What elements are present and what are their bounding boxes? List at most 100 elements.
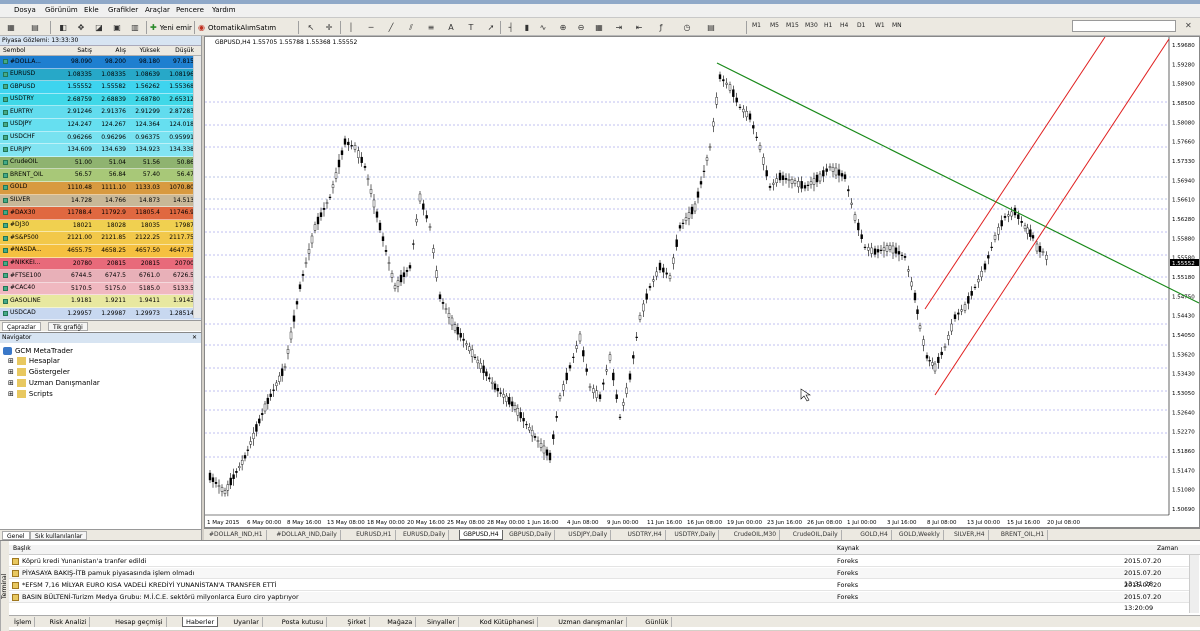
cursor-icon[interactable]: ↖: [304, 21, 318, 34]
nav-root[interactable]: GCM MetaTrader: [3, 347, 73, 355]
menu-charts[interactable]: Grafikler: [108, 6, 138, 14]
expand-icon[interactable]: ⊞: [8, 390, 14, 398]
terminal-tab[interactable]: Uyarılar: [230, 617, 263, 627]
chart-tab[interactable]: GBPUSD,H4: [459, 530, 503, 540]
menu-insert[interactable]: Ekle: [84, 6, 99, 14]
market-watch-row[interactable]: #DOLLA... 98.090 98.200 98.180 97.815: [0, 56, 201, 69]
timeframe-h4[interactable]: H4: [840, 22, 848, 29]
close-icon[interactable]: ✕: [1185, 21, 1192, 30]
candle-chart-icon[interactable]: ▮: [520, 21, 534, 34]
chart-tab[interactable]: GBPUSD,Daily: [506, 530, 556, 540]
timeframe-w1[interactable]: W1: [875, 22, 885, 29]
terminal-tab[interactable]: Sinyaller: [424, 617, 460, 627]
terminal-tab[interactable]: Risk Analizi: [47, 617, 91, 627]
timeframe-h1[interactable]: H1: [824, 22, 832, 29]
market-watch-row[interactable]: EURUSD 1.08335 1.08335 1.08639 1.08196: [0, 68, 201, 82]
nav-item-scripts[interactable]: ⊞ Scripts: [8, 390, 53, 398]
news-row[interactable]: Köprü kredi Yunanistan'a tranfer edildi F…: [9, 556, 1189, 576]
column-low[interactable]: Düşük: [162, 46, 196, 55]
column-source[interactable]: Kaynak: [837, 545, 859, 552]
chart-tab[interactable]: EURUSD,H1: [353, 530, 396, 540]
market-watch-row[interactable]: BRENT_OIL 56.57 56.84 57.40 56.47: [0, 169, 201, 182]
menu-file[interactable]: Dosya: [14, 6, 36, 14]
market-watch-row[interactable]: #FTSE100 6744.5 6747.5 6761.0 6726.5: [0, 270, 201, 283]
market-watch-row[interactable]: #DJ30 18021 18028 18035 17987: [0, 219, 201, 233]
nav-item-accounts[interactable]: ⊞ Hesaplar: [8, 357, 60, 365]
profiles-icon[interactable]: ▤: [28, 21, 42, 34]
vertical-line-icon[interactable]: │: [344, 21, 358, 34]
chart-tab[interactable]: EURUSD,Daily: [400, 530, 450, 540]
market-watch-row[interactable]: CrudeOIL 51.00 51.04 51.56 50.86: [0, 156, 201, 170]
column-symbol[interactable]: Sembol: [0, 46, 60, 55]
chart-tab[interactable]: USDTRY,Daily: [671, 530, 720, 540]
label-icon[interactable]: T: [464, 21, 478, 34]
chart-tab[interactable]: USDTRY,H4: [625, 530, 666, 540]
market-watch-row[interactable]: GASOLINE 1.9181 1.9211 1.9411 1.9143: [0, 295, 201, 308]
column-time[interactable]: Zaman: [1157, 545, 1178, 552]
price-chart[interactable]: GBPUSD,H4 1.55705 1.55788 1.55368 1.5555…: [204, 36, 1200, 528]
market-watch-scrollbar[interactable]: [193, 56, 201, 318]
terminal-tab[interactable]: Uzman danışmanlar: [555, 617, 628, 627]
column-bid[interactable]: Satış: [60, 46, 94, 55]
terminal-tab[interactable]: Kod Kütüphanesi: [477, 617, 539, 627]
market-watch-row[interactable]: GOLD 1110.48 1111.10 1133.03 1070.80: [0, 181, 201, 195]
market-watch-row[interactable]: #NASDA... 4655.75 4658.25 4657.50 4647.75: [0, 244, 201, 258]
menu-help[interactable]: Yardım: [212, 6, 236, 14]
market-watch-row[interactable]: #CAC40 5170.5 5175.0 5185.0 5133.5: [0, 282, 201, 296]
market-watch-row[interactable]: EURJPY 134.609 134.639 134.923 134.338: [0, 144, 201, 157]
tab-tick-chart[interactable]: Tik grafiği: [48, 322, 88, 331]
timeframe-m15[interactable]: M15: [786, 22, 799, 29]
market-watch-row[interactable]: GBPUSD 1.55552 1.55582 1.56262 1.55368: [0, 81, 201, 94]
tab-general[interactable]: Genel: [2, 531, 30, 540]
menu-window[interactable]: Pencere: [176, 6, 204, 14]
terminal-tab[interactable]: Hesap geçmişi: [112, 617, 167, 627]
news-row[interactable]: *EFSM 7,16 MİLYAR EURO KISA VADELİ KREDİ…: [9, 580, 1189, 600]
terminal-tab[interactable]: İşlem: [11, 617, 36, 627]
terminal-scrollbar[interactable]: [1189, 555, 1199, 613]
chart-tab[interactable]: BRENT_OIL,H1: [998, 530, 1049, 540]
close-icon[interactable]: ✕: [192, 333, 197, 343]
chart-canvas[interactable]: 1.59680 1.59280 1.58900 1.58500 1.58080 1.576…: [205, 36, 1200, 527]
chart-tab[interactable]: CrudeOIL,Daily: [790, 530, 842, 540]
channel-icon[interactable]: ⫽: [404, 21, 418, 34]
expand-icon[interactable]: ⊞: [8, 368, 14, 376]
news-row[interactable]: BASIN BÜLTENİ-Turizm Medya Grubu: M.İ.C.…: [9, 592, 1189, 612]
search-input[interactable]: [1072, 20, 1176, 32]
line-chart-icon[interactable]: ∿: [536, 21, 550, 34]
market-watch-row[interactable]: EURTRY 2.91246 2.91376 2.91299 2.87283: [0, 106, 201, 119]
new-order-button[interactable]: ✚ Yeni emir: [150, 21, 192, 34]
chart-tab[interactable]: GOLD,H4: [857, 530, 892, 540]
nav-item-experts[interactable]: ⊞ Uzman Danışmanlar: [8, 379, 100, 387]
terminal-tab[interactable]: Mağaza: [384, 617, 417, 627]
timeframe-m30[interactable]: M30: [805, 22, 818, 29]
strategy-tester-icon[interactable]: ▥: [128, 21, 142, 34]
timeframe-m5[interactable]: M5: [770, 22, 779, 29]
chart-shift-icon[interactable]: ⇤: [632, 21, 646, 34]
menu-view[interactable]: Görünüm: [45, 6, 78, 14]
market-watch-icon[interactable]: ◧: [56, 21, 70, 34]
chart-tab[interactable]: #DOLLAR_IND,Daily: [273, 530, 341, 540]
terminal-tab[interactable]: Günlük: [642, 617, 673, 627]
data-window-icon[interactable]: ✥: [74, 21, 88, 34]
expand-icon[interactable]: ⊞: [8, 379, 14, 387]
bar-chart-icon[interactable]: ┤: [504, 21, 518, 34]
market-watch-row[interactable]: USDCAD 1.29957 1.29987 1.29973 1.28514: [0, 307, 201, 321]
timeframe-m1[interactable]: M1: [752, 22, 761, 29]
tab-favorites[interactable]: Sık kullanılanlar: [30, 531, 88, 540]
market-watch-row[interactable]: #S&P500 2121.00 2121.85 2122.25 2117.75: [0, 232, 201, 245]
market-watch-row[interactable]: #NIKKEI... 20780 20815 20815 20700: [0, 257, 201, 271]
timeframe-d1[interactable]: D1: [857, 22, 865, 29]
chart-tab[interactable]: #DOLLAR_IND,H1: [206, 530, 267, 540]
zoom-in-icon[interactable]: ⊕: [556, 21, 570, 34]
terminal-icon[interactable]: ▣: [110, 21, 124, 34]
auto-trading-button[interactable]: ◉ OtomatikAlımSatım: [198, 21, 276, 34]
terminal-tab[interactable]: Şirket: [344, 617, 371, 627]
trendline-icon[interactable]: ╱: [384, 21, 398, 34]
timeframe-mn[interactable]: MN: [892, 22, 902, 29]
market-watch-row[interactable]: USDJPY 124.247 124.267 124.364 124.018: [0, 118, 201, 132]
text-icon[interactable]: A: [444, 21, 458, 34]
column-high[interactable]: Yüksek: [128, 46, 162, 55]
zoom-out-icon[interactable]: ⊖: [574, 21, 588, 34]
column-ask[interactable]: Alış: [94, 46, 128, 55]
market-watch-row[interactable]: #DAX30 11788.4 11792.9 11805.4 11746.9: [0, 207, 201, 220]
